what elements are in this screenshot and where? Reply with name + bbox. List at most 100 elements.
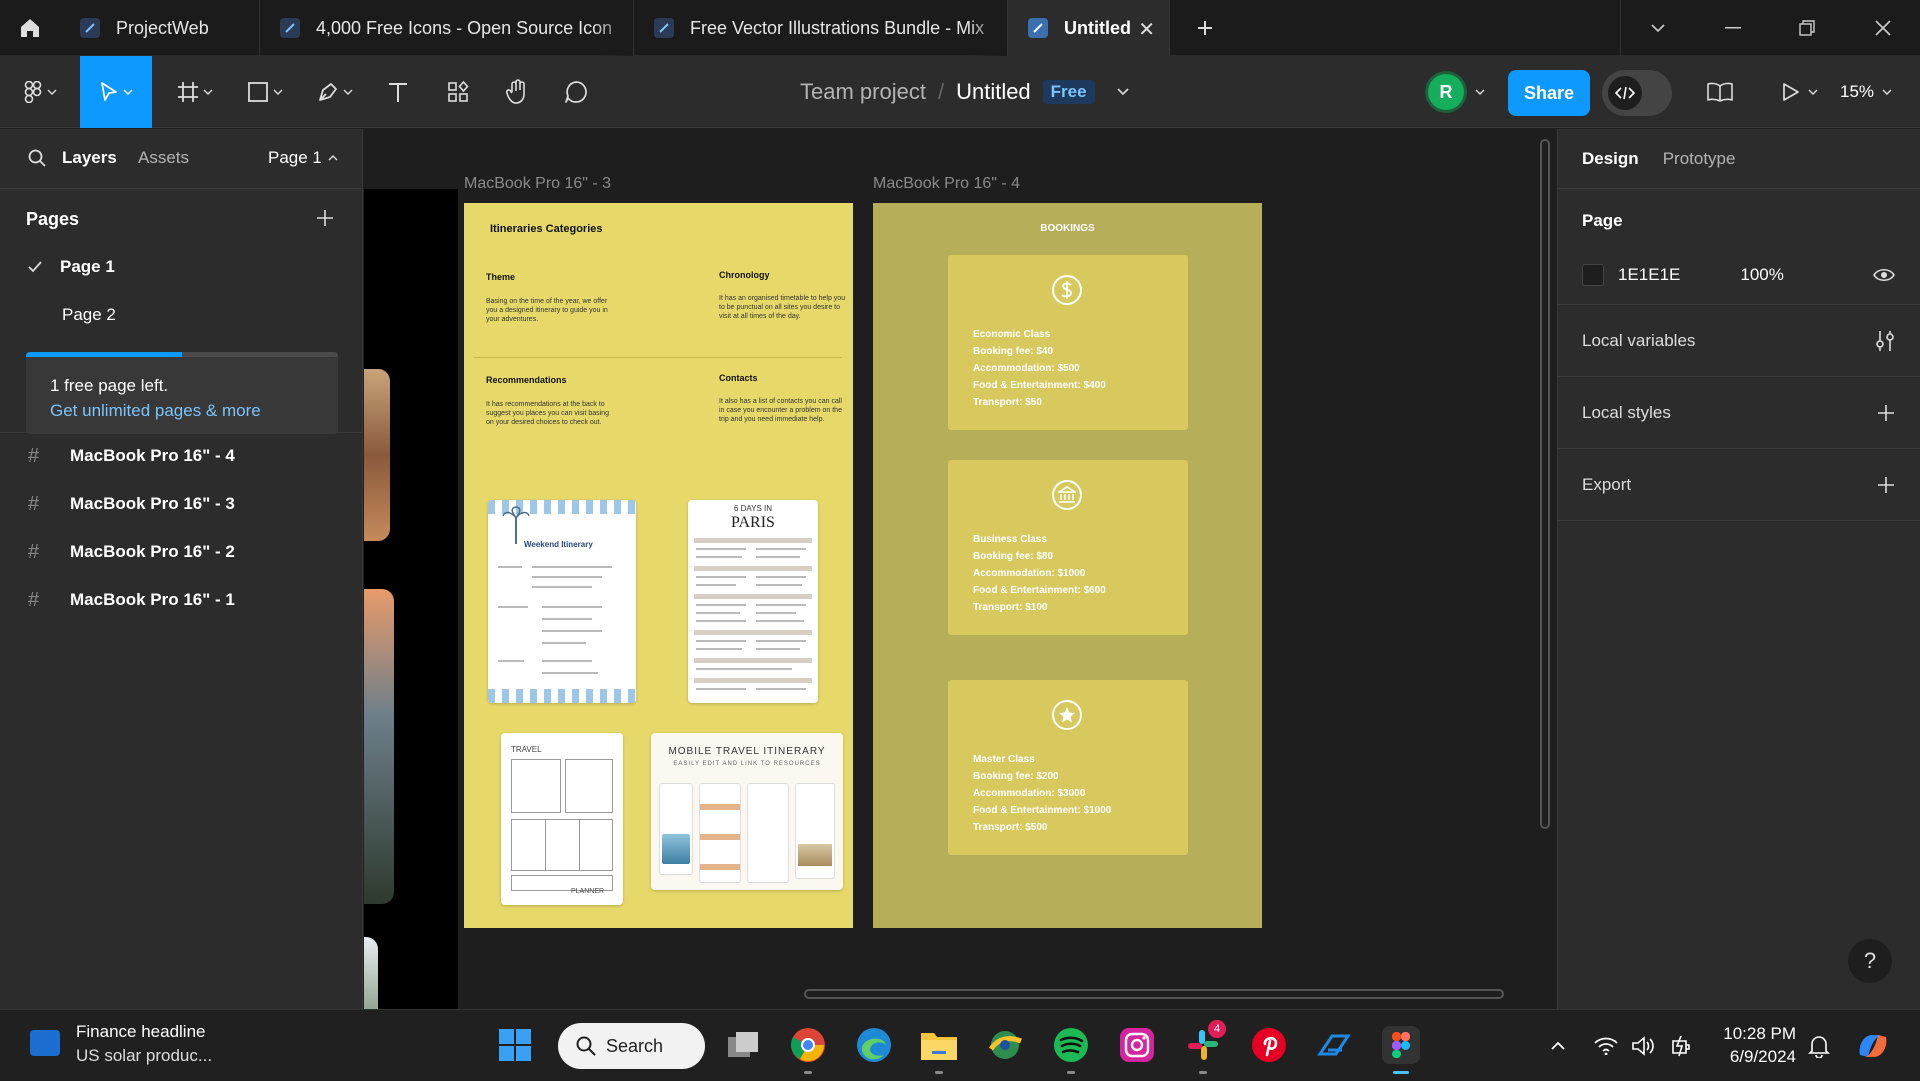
home-icon[interactable] xyxy=(0,0,60,56)
team-name[interactable]: Team project xyxy=(800,79,926,105)
upgrade-link[interactable]: Get unlimited pages & more xyxy=(50,401,261,421)
task-view-icon[interactable] xyxy=(724,1026,762,1064)
slack-icon[interactable]: 4 xyxy=(1184,1020,1226,1074)
booking-card-economic[interactable]: Economic Class Booking fee: $40 Accommod… xyxy=(948,255,1188,430)
booking-card-master[interactable]: Master Class Booking fee: $200 Accommoda… xyxy=(948,680,1188,855)
background-swatch[interactable] xyxy=(1582,263,1604,286)
show-hidden-icons-chevron[interactable] xyxy=(1550,1041,1566,1051)
file-explorer-icon[interactable] xyxy=(920,1026,958,1074)
variables-icon[interactable] xyxy=(1875,330,1895,352)
plan-badge[interactable]: Free xyxy=(1042,80,1095,104)
system-tray xyxy=(1550,1010,1694,1081)
pen-tool-button[interactable] xyxy=(306,56,364,128)
booking-card-business[interactable]: Business Class Booking fee: $80 Accommod… xyxy=(948,460,1188,635)
window-close-icon[interactable] xyxy=(1846,0,1920,56)
tab-assets[interactable]: Assets xyxy=(138,148,189,168)
restore-icon[interactable] xyxy=(1770,0,1844,56)
tab-layers[interactable]: Layers xyxy=(62,148,117,168)
page-background-row: 1E1E1E 100% xyxy=(1558,245,1920,305)
canvas[interactable]: MacBook Pro 16" - 3 MacBook Pro 16" - 4 … xyxy=(364,129,1556,1009)
link-app-icon[interactable] xyxy=(1316,1026,1354,1064)
clock[interactable]: 10:28 PM 6/9/2024 xyxy=(1700,1022,1796,1068)
tab-untitled[interactable]: Untitled ✕ xyxy=(1008,0,1170,56)
notification-center-icon[interactable] xyxy=(1808,1010,1830,1081)
layer-label: MacBook Pro 16" - 4 xyxy=(70,446,235,465)
taskbar: Finance headline US solar produc... Sear… xyxy=(0,1009,1920,1080)
add-export-icon[interactable] xyxy=(1877,476,1895,494)
news-widget[interactable]: Finance headline US solar produc... xyxy=(30,1022,212,1066)
layer-macbook-2[interactable]: # MacBook Pro 16" - 2 xyxy=(0,528,363,576)
eye-icon[interactable] xyxy=(1873,268,1895,282)
export-row[interactable]: Export xyxy=(1558,449,1920,521)
zoom-dropdown[interactable]: 15% xyxy=(1840,56,1892,128)
page-selector[interactable]: Page 1 xyxy=(268,148,338,168)
layer-macbook-4[interactable]: # MacBook Pro 16" - 4 xyxy=(0,432,363,480)
horizontal-scrollbar[interactable] xyxy=(804,989,1504,999)
minimize-icon[interactable] xyxy=(1696,0,1770,56)
frame-label-4[interactable]: MacBook Pro 16" - 4 xyxy=(873,175,1020,193)
rectangle-tool-button[interactable] xyxy=(236,56,294,128)
multiplayer-chevron-icon[interactable] xyxy=(1468,56,1492,128)
avatar[interactable]: R xyxy=(1428,74,1464,110)
transport: Transport: $50 xyxy=(973,397,1042,408)
frame-macbook-2-partial[interactable] xyxy=(364,189,458,1009)
comment-tool-button[interactable] xyxy=(554,56,598,128)
wifi-icon[interactable] xyxy=(1594,1037,1618,1055)
tab-projectweb[interactable]: ProjectWeb xyxy=(60,0,260,56)
hand-tool-button[interactable] xyxy=(494,56,542,128)
share-button[interactable]: Share xyxy=(1508,70,1590,116)
file-name[interactable]: Untitled xyxy=(956,79,1031,105)
tab-design[interactable]: Design xyxy=(1582,149,1639,169)
page-section-title: Page xyxy=(1582,211,1623,230)
layer-macbook-1[interactable]: # MacBook Pro 16" - 1 xyxy=(0,576,363,624)
page-item-1[interactable]: Page 1 xyxy=(0,243,363,291)
instagram-icon[interactable] xyxy=(1118,1026,1156,1064)
local-variables-row[interactable]: Local variables xyxy=(1558,305,1920,377)
text-tool-button[interactable] xyxy=(376,56,420,128)
tab-prototype[interactable]: Prototype xyxy=(1663,149,1736,169)
figma-taskbar-icon[interactable] xyxy=(1382,1026,1420,1074)
upgrade-promo: 1 free page left. Get unlimited pages & … xyxy=(26,352,338,434)
background-opacity[interactable]: 100% xyxy=(1740,265,1783,285)
windows-start-icon[interactable] xyxy=(496,1026,534,1064)
move-tool-button[interactable] xyxy=(80,56,152,128)
taskbar-search[interactable]: Search xyxy=(558,1023,705,1069)
library-book-icon[interactable] xyxy=(1700,56,1740,128)
search-layers-icon[interactable] xyxy=(28,149,46,167)
dev-mode-toggle[interactable] xyxy=(1602,70,1672,116)
file-menu-chevron-icon[interactable] xyxy=(1117,88,1129,96)
add-style-icon[interactable] xyxy=(1877,404,1895,422)
page-item-2[interactable]: Page 2 xyxy=(0,291,363,339)
tab-free-icons[interactable]: 4,000 Free Icons - Open Source Icon xyxy=(260,0,634,56)
background-hex[interactable]: 1E1E1E xyxy=(1618,265,1680,285)
tab-list-chevron-icon[interactable] xyxy=(1620,0,1694,56)
pinterest-icon[interactable] xyxy=(1250,1026,1288,1064)
network-app-icon[interactable] xyxy=(986,1026,1024,1064)
new-tab-icon[interactable] xyxy=(1170,0,1240,56)
chrome-icon[interactable] xyxy=(789,1026,827,1074)
help-button[interactable]: ? xyxy=(1848,939,1892,983)
frame-macbook-3[interactable]: Itineraries Categories Theme Basing on t… xyxy=(464,203,853,928)
volume-icon[interactable] xyxy=(1632,1035,1656,1056)
local-styles-row[interactable]: Local styles xyxy=(1558,377,1920,449)
tab-vector-illustrations[interactable]: Free Vector Illustrations Bundle - Mix xyxy=(634,0,1008,56)
present-button[interactable] xyxy=(1770,56,1830,128)
spotify-icon[interactable] xyxy=(1052,1026,1090,1074)
resources-tool-button[interactable] xyxy=(436,56,480,128)
vertical-scrollbar[interactable] xyxy=(1540,139,1550,829)
paris-itinerary-thumbnail: 6 DAYS IN PARIS xyxy=(688,500,818,703)
breadcrumb: Team project / Untitled Free xyxy=(800,56,1129,128)
close-tab-icon[interactable]: ✕ xyxy=(1138,17,1155,42)
frame-tool-button[interactable] xyxy=(166,56,224,128)
add-page-button[interactable] xyxy=(316,209,334,227)
copilot-icon[interactable] xyxy=(1856,1010,1890,1081)
main-menu-button[interactable] xyxy=(14,56,66,128)
frame-label-3[interactable]: MacBook Pro 16" - 3 xyxy=(464,175,611,193)
layer-macbook-3[interactable]: # MacBook Pro 16" - 3 xyxy=(0,480,363,528)
booking-fee: Booking fee: $80 xyxy=(973,551,1054,562)
battery-charging-icon[interactable] xyxy=(1670,1035,1694,1057)
frame-macbook-4[interactable]: BOOKINGS Economic Class Booking fee: $40… xyxy=(873,203,1262,928)
edge-icon[interactable] xyxy=(855,1026,893,1064)
chronology-title: Chronology xyxy=(719,270,770,280)
contacts-body: It also has a list of contacts you can c… xyxy=(719,398,842,423)
